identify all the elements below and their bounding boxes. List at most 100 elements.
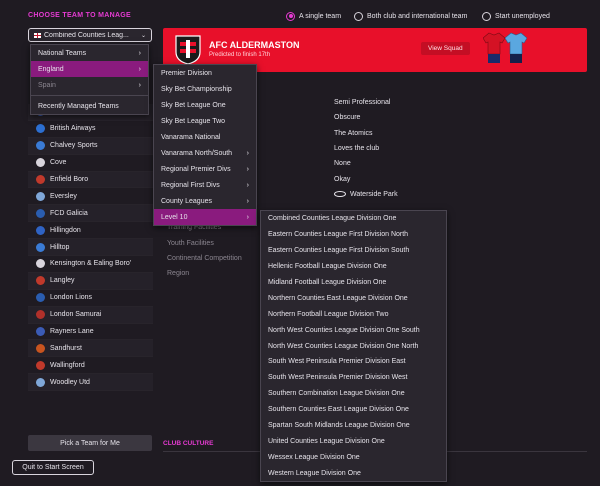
- club-badge-icon: [36, 343, 45, 353]
- league-menu-item[interactable]: Western League Division One: [261, 465, 446, 481]
- team-select-dropdown[interactable]: Combined Counties Leag... ⌄: [28, 28, 152, 42]
- league-menu-item[interactable]: Southern Counties East League Division O…: [261, 402, 446, 418]
- club-badge-icon: [36, 191, 45, 201]
- pick-team-button[interactable]: Pick a Team for Me: [28, 435, 152, 451]
- club-badge-icon: [36, 293, 45, 303]
- option-club-and-international[interactable]: Both club and international team: [354, 10, 467, 22]
- club-info-label: Youth Facilities: [167, 240, 214, 247]
- club-info-value: Obscure: [334, 114, 361, 121]
- club-badge-icon: [36, 242, 45, 252]
- club-badge-icon: [36, 259, 45, 269]
- club-badge-icon: [36, 158, 45, 168]
- club-list-item[interactable]: Eversley: [28, 188, 153, 206]
- league-menu-item[interactable]: Hellenic Football League Division One: [261, 259, 446, 275]
- club-badge-icon: [36, 327, 45, 337]
- club-list-item[interactable]: Langley: [28, 272, 153, 290]
- nation-menu-item[interactable]: England ›: [31, 61, 148, 77]
- chevron-right-icon: ›: [138, 81, 141, 89]
- club-prediction: Predicted to finish 17th: [209, 52, 271, 58]
- england-division-menu: Premier Division Sky Bet Championship Sky …: [153, 64, 257, 226]
- league-menu-item[interactable]: Northern Football League Division Two: [261, 306, 446, 322]
- chevron-right-icon: ›: [138, 49, 141, 57]
- club-info-value: Loves the club: [334, 145, 380, 152]
- level10-league-menu: Combined Counties League Division One Eas…: [260, 210, 447, 483]
- club-badge-icon: [36, 276, 45, 286]
- division-menu-item[interactable]: Regional Premier Divs ›: [154, 161, 256, 177]
- club-list-item[interactable]: Enfield Boro: [28, 171, 153, 189]
- division-menu-item[interactable]: Premier Division: [154, 65, 256, 81]
- page-title: CHOOSE TEAM TO MANAGE: [28, 12, 132, 19]
- club-list-item[interactable]: London Lions: [28, 290, 153, 307]
- club-list-item[interactable]: British Airways: [28, 121, 153, 138]
- club-list-item[interactable]: FCD Galicia: [28, 205, 153, 223]
- division-menu-item[interactable]: Sky Bet League Two: [154, 113, 256, 129]
- chevron-right-icon: ›: [246, 213, 249, 221]
- league-menu-item[interactable]: North West Counties League Division One …: [261, 338, 446, 354]
- club-name: AFC ALDERMASTON: [209, 40, 300, 50]
- league-menu-item[interactable]: Southern Combination League Division One: [261, 386, 446, 402]
- home-kit-icon: [483, 32, 505, 63]
- league-menu-item[interactable]: Spartan South Midlands League Division O…: [261, 418, 446, 434]
- league-menu-item[interactable]: United Counties League Division One: [261, 433, 446, 449]
- club-badge-icon: [36, 360, 45, 370]
- club-culture-heading: CLUB CULTURE: [163, 440, 214, 447]
- club-badge-icon: [36, 310, 45, 320]
- club-info-label: Region: [167, 270, 190, 277]
- club-list-item[interactable]: Woodley Utd: [28, 374, 153, 392]
- club-info-value: None: [334, 160, 351, 167]
- league-menu-item[interactable]: Northern Counties East League Division O…: [261, 290, 446, 306]
- chevron-right-icon: ›: [246, 165, 249, 173]
- club-list-item[interactable]: Kensington & Ealing Boro': [28, 256, 153, 273]
- league-menu-item[interactable]: Combined Counties League Division One: [261, 211, 446, 227]
- quit-to-start-button[interactable]: Quit to Start Screen: [12, 460, 94, 475]
- division-menu-item[interactable]: Level 10 ›: [154, 209, 256, 225]
- league-menu-item[interactable]: South West Peninsula Premier Division Ea…: [261, 354, 446, 370]
- nation-menu-item[interactable]: Spain ›: [31, 77, 148, 93]
- option-start-unemployed[interactable]: Start unemployed: [482, 10, 550, 22]
- club-list-item[interactable]: Wallingford: [28, 357, 153, 375]
- club-list-item[interactable]: Cove: [28, 155, 153, 172]
- club-info-value: Okay: [334, 176, 351, 183]
- nation-menu-item[interactable]: National Teams ›: [31, 45, 148, 61]
- division-menu-item[interactable]: Vanarama North/South ›: [154, 145, 256, 161]
- club-list-item[interactable]: Sandhurst: [28, 340, 153, 358]
- club-badge-icon: [36, 124, 45, 134]
- club-info-value: Waterside Park: [350, 191, 398, 198]
- view-squad-button[interactable]: View Squad: [421, 42, 470, 55]
- league-menu-item[interactable]: Wessex League Division One: [261, 449, 446, 465]
- division-menu-item[interactable]: Sky Bet Championship: [154, 81, 256, 97]
- chevron-right-icon: ›: [246, 197, 249, 205]
- club-info-label: Continental Competition: [167, 255, 242, 262]
- club-list-item[interactable]: Chalvey Sports: [28, 137, 153, 155]
- club-list-item[interactable]: London Samurai: [28, 306, 153, 324]
- club-badge-icon: [36, 208, 45, 218]
- radio-icon: [482, 11, 491, 21]
- club-badge-icon: [36, 141, 45, 151]
- nation-menu-item[interactable]: Recently Managed Teams: [31, 98, 148, 114]
- league-menu-item[interactable]: South West Peninsula Premier Division We…: [261, 370, 446, 386]
- league-menu-item[interactable]: Eastern Counties League First Division S…: [261, 243, 446, 259]
- chevron-right-icon: ›: [246, 181, 249, 189]
- club-badge-icon: [36, 377, 45, 387]
- division-menu-item[interactable]: Sky Bet League One: [154, 97, 256, 113]
- club-list-item[interactable]: Hillingdon: [28, 222, 153, 240]
- england-flag-icon: [34, 32, 41, 38]
- club-badge-icon: [36, 175, 45, 184]
- option-single-team[interactable]: A single team: [286, 10, 341, 22]
- club-crest-icon: [175, 35, 201, 65]
- radio-icon: [354, 11, 363, 21]
- menu-separator: [31, 95, 148, 96]
- division-menu-item[interactable]: County Leagues ›: [154, 193, 256, 209]
- league-menu-item[interactable]: Midland Football League Division One: [261, 275, 446, 291]
- nation-menu: National Teams › England › Spain › Recently Ma…: [30, 44, 149, 115]
- division-menu-item[interactable]: Regional First Divs ›: [154, 177, 256, 193]
- chevron-right-icon: ›: [138, 65, 141, 73]
- club-badge-icon: [36, 225, 45, 235]
- club-list-item[interactable]: Rayners Lane: [28, 324, 153, 341]
- club-info-value: The Atomics: [334, 130, 373, 137]
- league-menu-item[interactable]: Eastern Counties League First Division N…: [261, 227, 446, 243]
- division-menu-item[interactable]: Vanarama National: [154, 129, 256, 145]
- away-kit-icon: [505, 32, 527, 63]
- club-list-item[interactable]: Hilltop: [28, 239, 153, 257]
- league-menu-item[interactable]: North West Counties League Division One …: [261, 322, 446, 338]
